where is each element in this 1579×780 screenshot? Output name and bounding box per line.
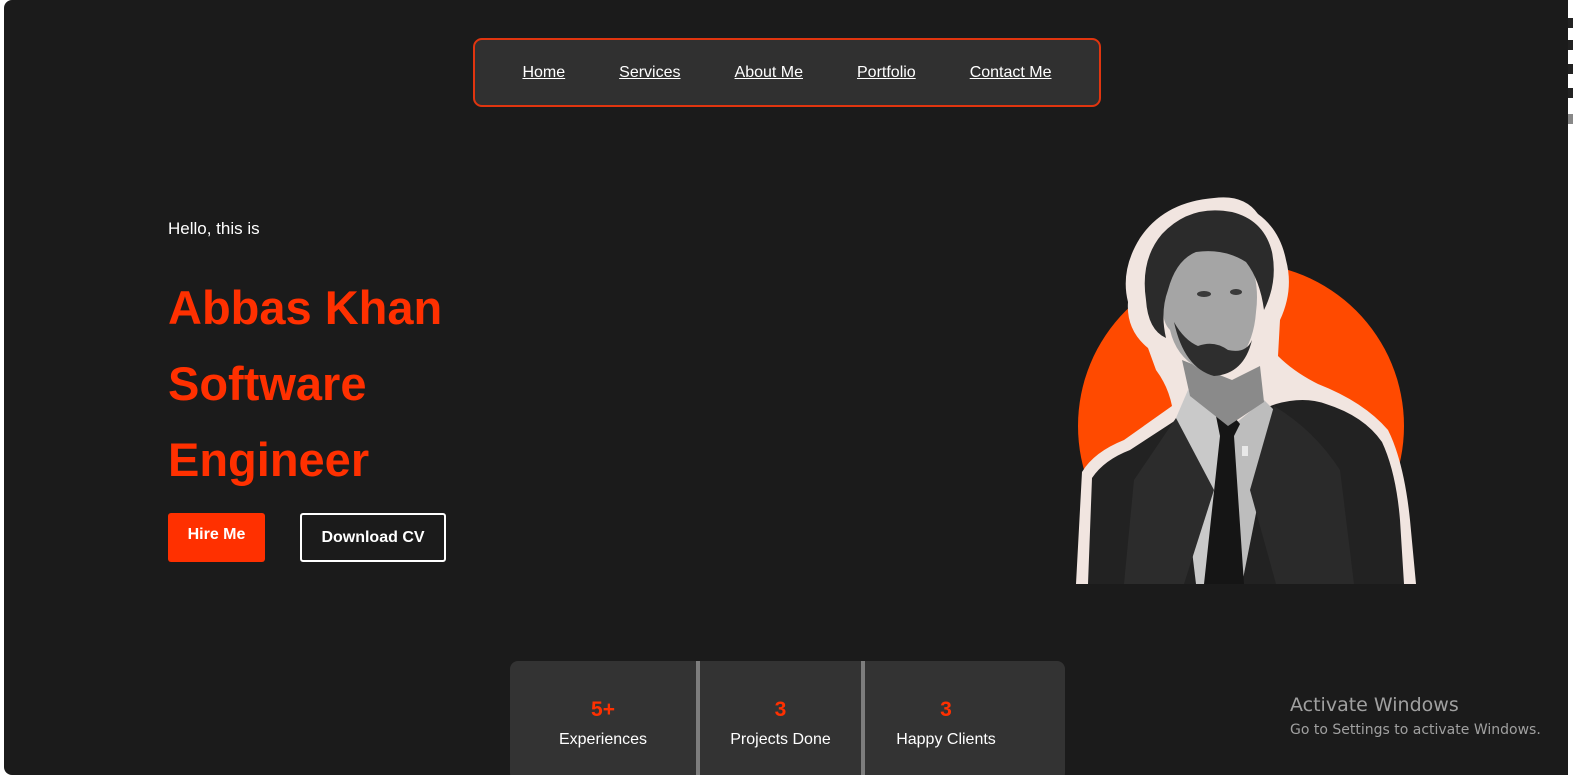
stat-experiences: 5+ Experiences xyxy=(510,661,696,775)
stats-panel: 5+ Experiences 3 Projects Done 3 Happy C… xyxy=(510,661,1065,775)
activate-windows-watermark: Activate Windows Go to Settings to activ… xyxy=(1290,694,1541,738)
navbar: Home Services About Me Portfolio Contact… xyxy=(473,38,1101,107)
download-cv-button[interactable]: Download CV xyxy=(300,513,446,562)
stat-value: 3 xyxy=(774,698,787,721)
stat-value: 5+ xyxy=(591,698,615,721)
hero-title-line1: Software xyxy=(168,357,367,410)
hire-me-button[interactable]: Hire Me xyxy=(168,513,265,562)
stat-label: Projects Done xyxy=(730,731,831,748)
stat-label: Experiences xyxy=(558,731,648,748)
nav-link-portfolio[interactable]: Portfolio xyxy=(857,64,916,82)
stat-projects-done: 3 Projects Done xyxy=(696,661,861,775)
stat-value: 3 xyxy=(940,698,952,721)
hero-title-line2: Engineer xyxy=(168,433,370,486)
nav-link-home[interactable]: Home xyxy=(522,64,565,82)
hero-name: Abbas Khan xyxy=(168,281,443,334)
nav-link-services[interactable]: Services xyxy=(619,64,680,82)
page: Home Services About Me Portfolio Contact… xyxy=(4,0,1568,775)
watermark-title: Activate Windows xyxy=(1290,694,1459,716)
stat-label: Happy Clients xyxy=(896,731,996,748)
profile-portrait xyxy=(1076,197,1416,584)
hero-heading: Abbas Khan Software Engineer xyxy=(168,270,442,498)
hero-greeting: Hello, this is xyxy=(168,219,260,238)
nav-link-contact-me[interactable]: Contact Me xyxy=(970,64,1052,82)
clipped-edge-marks xyxy=(1568,18,1573,124)
watermark-subtitle: Go to Settings to activate Windows. xyxy=(1290,722,1541,738)
stat-happy-clients: 3 Happy Clients xyxy=(861,661,1027,775)
nav-link-about-me[interactable]: About Me xyxy=(735,64,803,82)
